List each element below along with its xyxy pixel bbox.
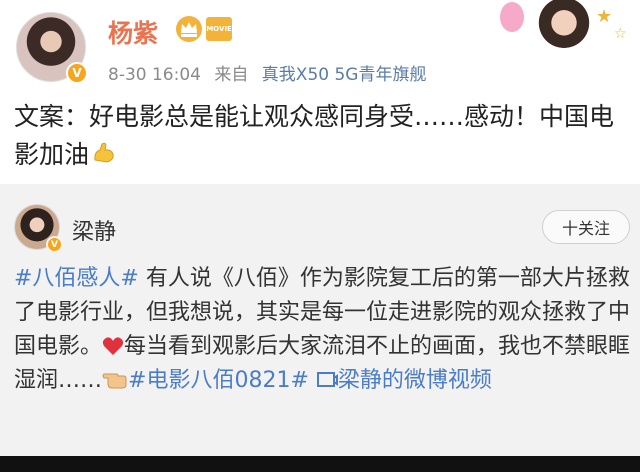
retweet-card[interactable]: V 梁静 十关注 #八佰感人# 有人说《八佰》作为影院复工后的第一部大片拯救了电…: [0, 184, 640, 472]
post-header: V 杨紫 MOVIE 8-30 16:04 来自 真我X50 5G青年旗舰 ★ …: [0, 0, 640, 96]
star-icon: ☆: [614, 26, 627, 42]
hashtag-link[interactable]: #八佰感人#: [14, 266, 139, 291]
decor-portrait: [536, 0, 592, 48]
star-icon: ★: [596, 6, 613, 27]
follow-button[interactable]: 十关注: [542, 210, 630, 244]
retweet-author-name[interactable]: 梁静: [72, 214, 116, 246]
balloon-icon: [500, 2, 524, 32]
post-meta: 8-30 16:04 来自 真我X50 5G青年旗舰: [108, 60, 434, 85]
verified-badge-icon: V: [46, 236, 63, 253]
source-prefix: 来自: [214, 65, 249, 85]
source-device-link[interactable]: 真我X50 5G青年旗舰: [262, 65, 427, 85]
card-decoration: ★ ☆: [496, 0, 640, 56]
flexed-biceps-icon: [94, 142, 114, 163]
pointing-hand-icon: [102, 373, 127, 389]
retweet-text: #八佰感人# 有人说《八佰》作为影院复工后的第一部大片拯救了电影行业，但我想说，…: [14, 262, 632, 398]
crown-icon: [176, 16, 202, 42]
post-date: 8-30 16:04: [108, 65, 201, 85]
video-preview[interactable]: [0, 456, 640, 472]
hashtag-link[interactable]: #电影八佰0821#: [128, 368, 309, 393]
video-link[interactable]: 梁静的微博视频: [316, 368, 492, 393]
verified-badge-icon: V: [66, 62, 88, 84]
movie-badge-icon: MOVIE: [206, 17, 232, 41]
heart-icon: [102, 337, 124, 355]
post-text: 文案：好电影总是能让观众感同身受……感动！中国电影加油: [14, 98, 634, 174]
author-avatar[interactable]: V: [16, 12, 88, 84]
author-name[interactable]: 杨紫: [108, 14, 158, 50]
video-link-label: 梁静的微博视频: [337, 368, 492, 393]
video-icon: [316, 372, 338, 387]
retweet-author-avatar[interactable]: V: [14, 204, 63, 253]
